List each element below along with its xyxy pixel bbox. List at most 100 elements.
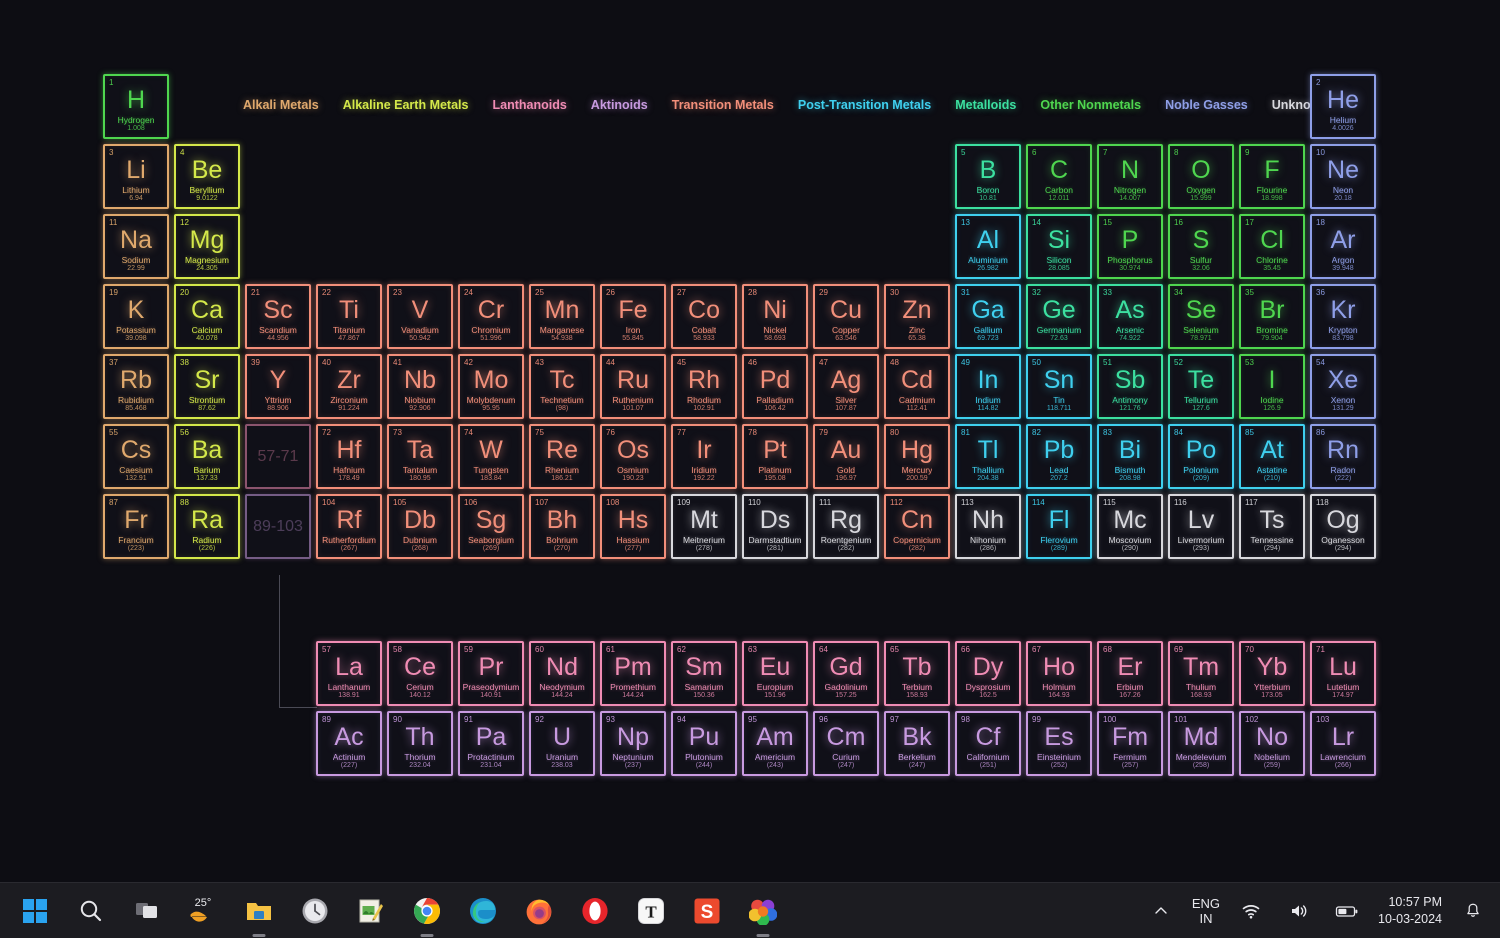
- element-cell-b[interactable]: 5 B Boron 10.81: [955, 144, 1021, 209]
- element-cell-as[interactable]: 33 As Arsenic 74.922: [1097, 284, 1163, 349]
- folder-icon[interactable]: [242, 894, 276, 928]
- element-cell-s[interactable]: 16 S Sulfur 32.06: [1168, 214, 1234, 279]
- element-cell-bk[interactable]: 97 Bk Berkelium (247): [884, 711, 950, 776]
- task-view-icon[interactable]: [130, 894, 164, 928]
- element-cell-nb[interactable]: 41 Nb Niobium 92.906: [387, 354, 453, 419]
- element-cell-fl[interactable]: 114 Fl Flerovium (289): [1026, 494, 1092, 559]
- element-cell-cf[interactable]: 98 Cf Californium (251): [955, 711, 1021, 776]
- color-wheel-icon[interactable]: [746, 894, 780, 928]
- element-cell-mc[interactable]: 115 Mc Moscovium (290): [1097, 494, 1163, 559]
- element-cell-ne[interactable]: 10 Ne Neon 20.18: [1310, 144, 1376, 209]
- element-cell-rb[interactable]: 37 Rb Rubidium 85.468: [103, 354, 169, 419]
- element-cell-lu[interactable]: 71 Lu Lutetium 174.97: [1310, 641, 1376, 706]
- firefox-icon[interactable]: [522, 894, 556, 928]
- element-cell-te[interactable]: 52 Te Tellurium 127.6: [1168, 354, 1234, 419]
- language-indicator[interactable]: ENG IN: [1192, 896, 1220, 926]
- element-cell-f[interactable]: 9 F Flourine 18.998: [1239, 144, 1305, 209]
- element-cell-mn[interactable]: 25 Mn Manganese 54.938: [529, 284, 595, 349]
- element-cell-sm[interactable]: 62 Sm Samarium 150.36: [671, 641, 737, 706]
- search-icon[interactable]: [74, 894, 108, 928]
- element-cell-zr[interactable]: 40 Zr Zirconium 91.224: [316, 354, 382, 419]
- element-cell-cd[interactable]: 48 Cd Cadmium 112.41: [884, 354, 950, 419]
- element-cell-nh[interactable]: 113 Nh Nihonium (286): [955, 494, 1021, 559]
- element-cell-cl[interactable]: 17 Cl Chlorine 35.45: [1239, 214, 1305, 279]
- element-cell-tl[interactable]: 81 Tl Thallium 204.38: [955, 424, 1021, 489]
- element-cell-v[interactable]: 23 V Vanadium 50.942: [387, 284, 453, 349]
- clock-icon[interactable]: [298, 894, 332, 928]
- element-cell-u[interactable]: 92 U Uranium 238.03: [529, 711, 595, 776]
- element-cell-np[interactable]: 93 Np Neptunium (237): [600, 711, 666, 776]
- opera-icon[interactable]: [578, 894, 612, 928]
- element-cell-p[interactable]: 15 P Phosphorus 30.974: [1097, 214, 1163, 279]
- notification-bell-icon[interactable]: [1456, 894, 1490, 928]
- element-cell-y[interactable]: 39 Y Yttrium 88.906: [245, 354, 311, 419]
- element-cell-mt[interactable]: 109 Mt Meitnerium (278): [671, 494, 737, 559]
- element-cell-am[interactable]: 95 Am Americium (243): [742, 711, 808, 776]
- element-cell-ni[interactable]: 28 Ni Nickel 58.693: [742, 284, 808, 349]
- element-cell-c[interactable]: 6 C Carbon 12.011: [1026, 144, 1092, 209]
- element-range-cell-89-103[interactable]: 89-103: [245, 494, 311, 559]
- edge-icon[interactable]: [466, 894, 500, 928]
- element-cell-pr[interactable]: 59 Pr Praseodymium 140.91: [458, 641, 524, 706]
- element-range-cell-57-71[interactable]: 57-71: [245, 424, 311, 489]
- element-cell-tc[interactable]: 43 Tc Technetium (98): [529, 354, 595, 419]
- element-cell-hs[interactable]: 108 Hs Hassium (277): [600, 494, 666, 559]
- element-cell-ti[interactable]: 22 Ti Titanium 47.867: [316, 284, 382, 349]
- element-cell-sc[interactable]: 21 Sc Scandium 44.956: [245, 284, 311, 349]
- element-cell-i[interactable]: 53 I Iodine 126.9: [1239, 354, 1305, 419]
- element-cell-ds[interactable]: 110 Ds Darmstadtium (281): [742, 494, 808, 559]
- element-cell-sg[interactable]: 106 Sg Seaborgium (269): [458, 494, 524, 559]
- element-cell-er[interactable]: 68 Er Erbium 167.26: [1097, 641, 1163, 706]
- element-cell-ce[interactable]: 58 Ce Cerium 140.12: [387, 641, 453, 706]
- element-cell-se[interactable]: 34 Se Selenium 78.971: [1168, 284, 1234, 349]
- element-cell-sb[interactable]: 51 Sb Antimony 121.76: [1097, 354, 1163, 419]
- element-cell-pt[interactable]: 78 Pt Platinum 195.08: [742, 424, 808, 489]
- element-cell-bh[interactable]: 107 Bh Bohrium (270): [529, 494, 595, 559]
- clock[interactable]: 10:57 PM 10-03-2024: [1378, 894, 1442, 928]
- element-cell-pa[interactable]: 91 Pa Protactinium 231.04: [458, 711, 524, 776]
- element-cell-rh[interactable]: 45 Rh Rhodium 102.91: [671, 354, 737, 419]
- element-cell-na[interactable]: 11 Na Sodium 22.99: [103, 214, 169, 279]
- element-cell-xe[interactable]: 54 Xe Xenon 131.29: [1310, 354, 1376, 419]
- element-cell-in[interactable]: 49 In Indium 114.82: [955, 354, 1021, 419]
- element-cell-ca[interactable]: 20 Ca Calcium 40.078: [174, 284, 240, 349]
- element-cell-cs[interactable]: 55 Cs Caesium 132.91: [103, 424, 169, 489]
- element-cell-os[interactable]: 76 Os Osmium 190.23: [600, 424, 666, 489]
- element-cell-ts[interactable]: 117 Ts Tennessine (294): [1239, 494, 1305, 559]
- element-cell-tb[interactable]: 65 Tb Terbium 158.93: [884, 641, 950, 706]
- element-cell-mo[interactable]: 42 Mo Molybdenum 95.95: [458, 354, 524, 419]
- element-cell-w[interactable]: 74 W Tungsten 183.84: [458, 424, 524, 489]
- element-cell-he[interactable]: 2 He Helium 4.0026: [1310, 74, 1376, 139]
- windows-logo-icon[interactable]: [18, 894, 52, 928]
- element-cell-li[interactable]: 3 Li Lithium 6.94: [103, 144, 169, 209]
- element-cell-la[interactable]: 57 La Lanthanum 138.91: [316, 641, 382, 706]
- element-cell-ac[interactable]: 89 Ac Actinium (227): [316, 711, 382, 776]
- element-cell-br[interactable]: 35 Br Bromine 79.904: [1239, 284, 1305, 349]
- element-cell-ga[interactable]: 31 Ga Gallium 69.723: [955, 284, 1021, 349]
- element-cell-re[interactable]: 75 Re Rhenium 186.21: [529, 424, 595, 489]
- element-cell-ag[interactable]: 47 Ag Silver 107.87: [813, 354, 879, 419]
- element-cell-ru[interactable]: 44 Ru Ruthenium 101.07: [600, 354, 666, 419]
- element-cell-eu[interactable]: 63 Eu Europium 151.96: [742, 641, 808, 706]
- element-cell-si[interactable]: 14 Si Silicon 28.085: [1026, 214, 1092, 279]
- element-cell-db[interactable]: 105 Db Dubnium (268): [387, 494, 453, 559]
- element-cell-n[interactable]: 7 N Nitrogen 14.007: [1097, 144, 1163, 209]
- element-cell-nd[interactable]: 60 Nd Neodymium 144.24: [529, 641, 595, 706]
- element-cell-al[interactable]: 13 Al Aluminium 26.982: [955, 214, 1021, 279]
- element-cell-po[interactable]: 84 Po Polonium (209): [1168, 424, 1234, 489]
- element-cell-fm[interactable]: 100 Fm Fermium (257): [1097, 711, 1163, 776]
- element-cell-h[interactable]: 1 H Hydrogen 1.008: [103, 74, 169, 139]
- element-cell-ba[interactable]: 56 Ba Barium 137.33: [174, 424, 240, 489]
- element-cell-ar[interactable]: 18 Ar Argon 39.948: [1310, 214, 1376, 279]
- element-cell-fe[interactable]: 26 Fe Iron 55.845: [600, 284, 666, 349]
- element-cell-mg[interactable]: 12 Mg Magnesium 24.305: [174, 214, 240, 279]
- element-cell-hf[interactable]: 72 Hf Hafnium 178.49: [316, 424, 382, 489]
- element-cell-cu[interactable]: 29 Cu Copper 63.546: [813, 284, 879, 349]
- battery-icon[interactable]: [1330, 894, 1364, 928]
- element-cell-pm[interactable]: 61 Pm Promethium 144.24: [600, 641, 666, 706]
- element-cell-rn[interactable]: 86 Rn Radon (222): [1310, 424, 1376, 489]
- element-cell-lr[interactable]: 103 Lr Lawrencium (266): [1310, 711, 1376, 776]
- snagit-icon[interactable]: S: [690, 894, 724, 928]
- element-cell-o[interactable]: 8 O Oxygen 15.999: [1168, 144, 1234, 209]
- element-cell-pb[interactable]: 82 Pb Lead 207.2: [1026, 424, 1092, 489]
